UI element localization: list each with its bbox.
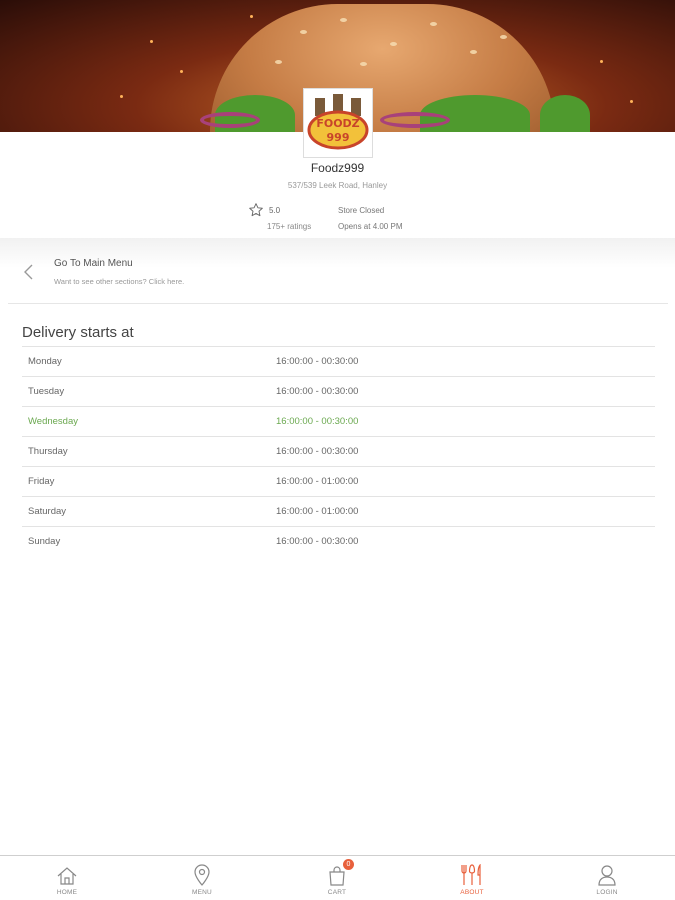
day-label: Friday bbox=[28, 476, 55, 487]
day-label: Sunday bbox=[28, 536, 61, 547]
table-row-today: Wednesday 16:00:00 - 00:30:00 bbox=[22, 406, 655, 436]
store-status: Store Closed bbox=[338, 206, 385, 215]
tab-label: ABOUT bbox=[460, 889, 484, 896]
go-to-main-menu-link[interactable]: Go To Main Menu Want to see other sectio… bbox=[8, 252, 668, 304]
tab-about[interactable]: ABOUT bbox=[432, 862, 512, 896]
cutlery-icon bbox=[461, 864, 481, 885]
store-address: 537/539 Leek Road, Hanley bbox=[287, 181, 388, 190]
table-row: Thursday 16:00:00 - 00:30:00 bbox=[22, 436, 655, 466]
time-range: 16:00:00 - 01:00:00 bbox=[276, 506, 359, 517]
table-row: Tuesday 16:00:00 - 00:30:00 bbox=[22, 376, 655, 406]
tab-label: CART bbox=[327, 889, 347, 896]
delivery-hours-table: Monday 16:00:00 - 00:30:00 Tuesday 16:00… bbox=[22, 346, 655, 556]
ratings-count: 175+ ratings bbox=[267, 222, 312, 231]
table-row: Sunday 16:00:00 - 00:30:00 bbox=[22, 526, 655, 556]
home-icon bbox=[57, 867, 77, 885]
cart-count-badge: 0 bbox=[343, 859, 354, 870]
tab-label: LOGIN bbox=[596, 889, 618, 896]
day-label: Saturday bbox=[28, 506, 67, 517]
store-logo: FOODZ 999 bbox=[303, 88, 373, 158]
time-range: 16:00:00 - 00:30:00 bbox=[276, 446, 359, 457]
shopping-bag-icon bbox=[329, 866, 345, 886]
opening-time: Opens at 4.00 PM bbox=[338, 222, 403, 231]
table-row: Saturday 16:00:00 - 01:00:00 bbox=[22, 496, 655, 526]
main-menu-title: Go To Main Menu bbox=[54, 258, 133, 269]
main-menu-subtitle: Want to see other sections? Click here. bbox=[54, 277, 185, 286]
user-icon bbox=[598, 865, 616, 886]
tab-label: MENU bbox=[192, 889, 212, 896]
time-range: 16:00:00 - 00:30:00 bbox=[276, 356, 359, 367]
svg-text:FOODZ: FOODZ bbox=[316, 117, 359, 130]
tab-cart[interactable]: 0 CART bbox=[297, 859, 377, 896]
time-range: 16:00:00 - 00:30:00 bbox=[276, 416, 359, 427]
table-row: Friday 16:00:00 - 01:00:00 bbox=[22, 466, 655, 496]
delivery-heading: Delivery starts at bbox=[22, 324, 134, 341]
day-label: Tuesday bbox=[28, 386, 65, 397]
svg-text:999: 999 bbox=[327, 131, 350, 144]
tab-home[interactable]: HOME bbox=[27, 862, 107, 896]
location-pin-icon bbox=[194, 864, 210, 886]
rating-value: 5.0 bbox=[269, 206, 281, 215]
chevron-left-icon bbox=[24, 264, 33, 280]
time-range: 16:00:00 - 01:00:00 bbox=[276, 476, 359, 487]
tab-label: HOME bbox=[56, 889, 78, 896]
day-label: Thursday bbox=[28, 446, 68, 457]
tab-menu[interactable]: MENU bbox=[162, 862, 242, 896]
bottom-tab-bar: HOME MENU 0 CART ABOUT LOGIN bbox=[0, 855, 675, 900]
day-label: Monday bbox=[28, 356, 62, 367]
star-icon bbox=[249, 203, 263, 217]
time-range: 16:00:00 - 00:30:00 bbox=[276, 536, 359, 547]
table-row: Monday 16:00:00 - 00:30:00 bbox=[22, 346, 655, 376]
tab-login[interactable]: LOGIN bbox=[567, 862, 647, 896]
store-status-block: Store Closed Opens at 4.00 PM bbox=[338, 206, 402, 231]
time-range: 16:00:00 - 00:30:00 bbox=[276, 386, 359, 397]
day-label: Wednesday bbox=[28, 416, 78, 427]
store-name: Foodz999 bbox=[310, 161, 365, 175]
